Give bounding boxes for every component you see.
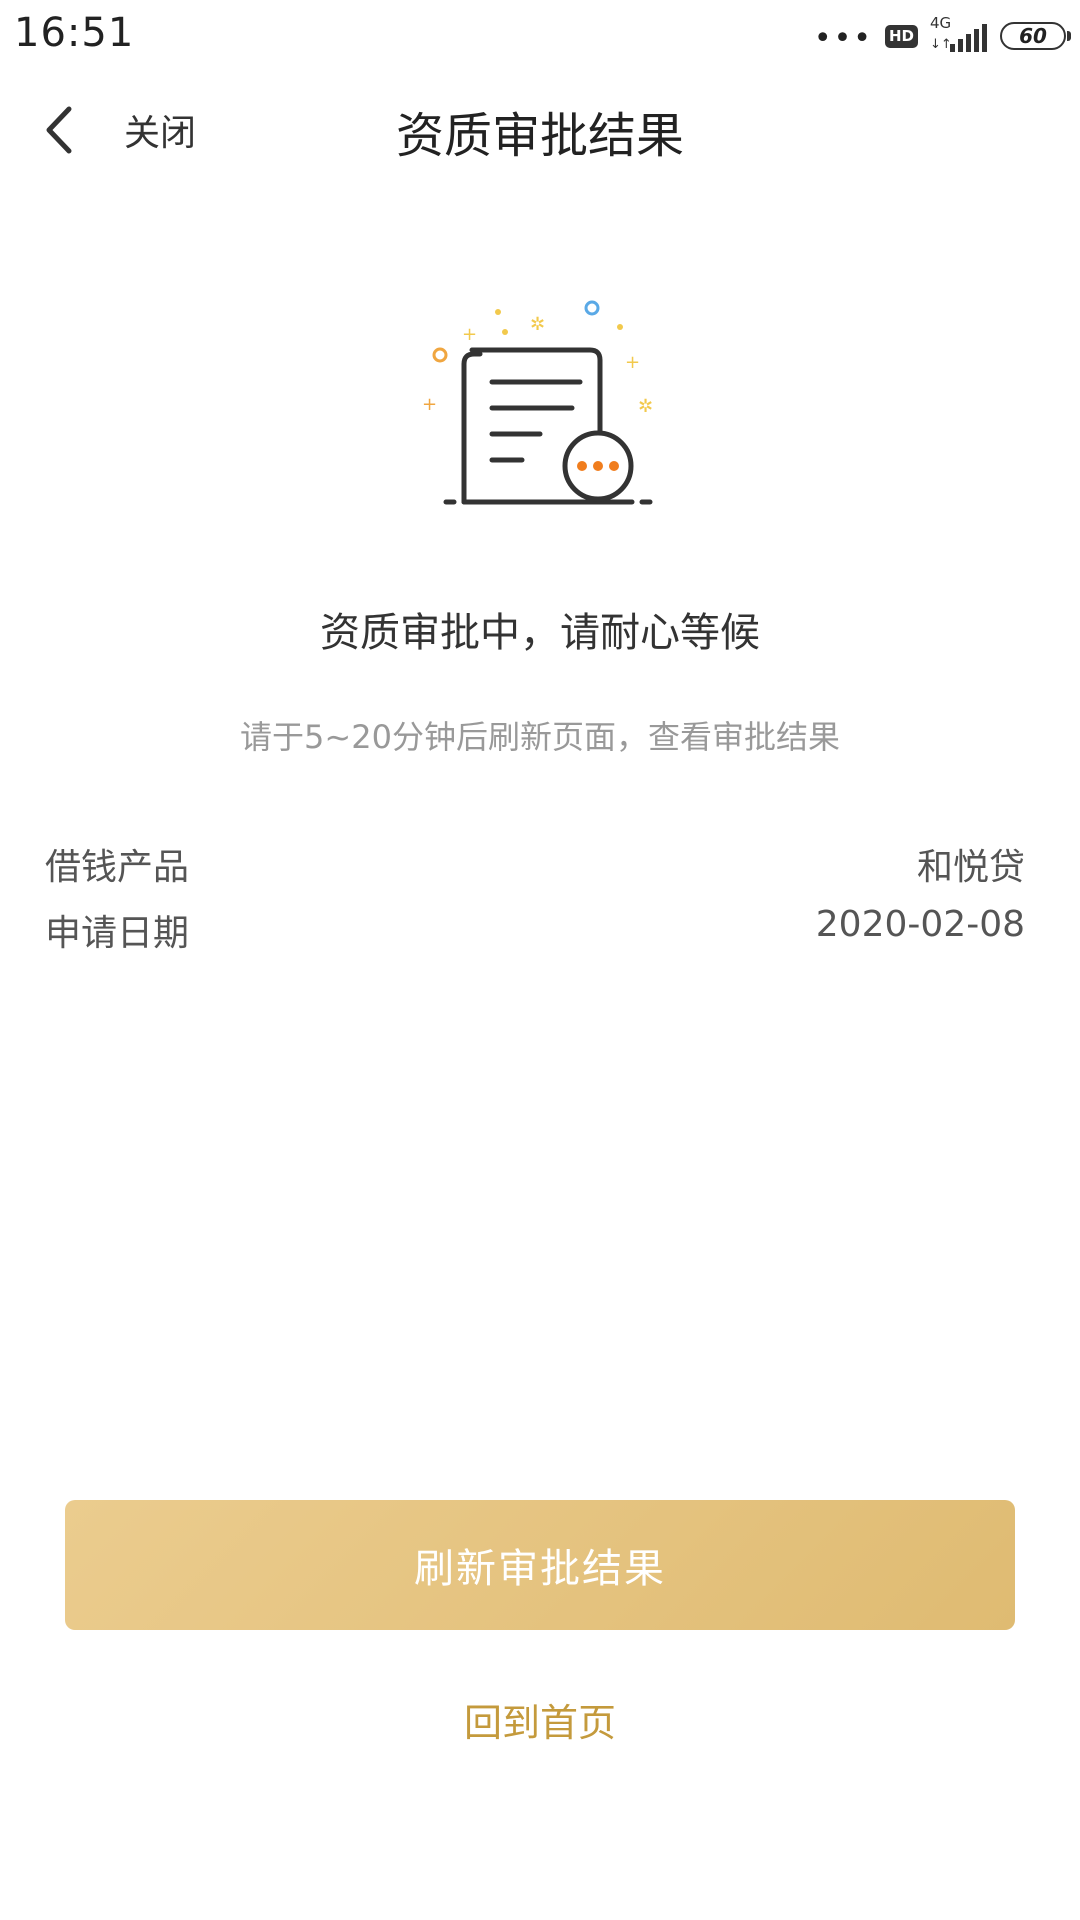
svg-text:✲: ✲ bbox=[638, 396, 653, 417]
page-title: 资质审批结果 bbox=[395, 108, 684, 164]
battery-indicator: 60 bbox=[1000, 22, 1071, 50]
svg-text:+: + bbox=[422, 394, 437, 415]
refresh-result-button[interactable]: 刷新审批结果 bbox=[65, 1500, 1015, 1630]
svg-text:✲: ✲ bbox=[530, 314, 545, 335]
status-bar: 16:51 ••• HD 4G ↓↑ 60 bbox=[0, 0, 1080, 70]
status-subtitle: 请于5~20分钟后刷新页面，查看审批结果 bbox=[240, 718, 840, 756]
status-title: 资质审批中，请耐心等候 bbox=[320, 610, 760, 656]
document-pending-icon: + ✲ + ✲ + bbox=[422, 300, 653, 505]
pending-dots-icon bbox=[562, 430, 634, 502]
info-row-date: 申请日期 2020-02-08 bbox=[45, 904, 1035, 954]
status-time: 16:51 bbox=[14, 10, 135, 56]
svg-text:+: + bbox=[625, 352, 640, 373]
status-indicators: ••• HD 4G ↓↑ 60 bbox=[813, 14, 1071, 58]
svg-text:+: + bbox=[462, 324, 477, 345]
product-value: 和悦贷 bbox=[916, 847, 1025, 888]
sparkle-decoration: + ✲ + ✲ + bbox=[422, 300, 653, 417]
signal-icon bbox=[950, 24, 987, 52]
date-value: 2020-02-08 bbox=[815, 904, 1025, 945]
back-to-home-link[interactable]: 回到首页 bbox=[0, 1692, 1080, 1747]
hd-badge: HD bbox=[884, 24, 918, 48]
date-label: 申请日期 bbox=[45, 913, 190, 954]
info-row-product: 借钱产品 和悦贷 bbox=[45, 838, 1035, 888]
nav-bar: 关闭 资质审批结果 bbox=[0, 70, 1080, 190]
network-indicator: 4G ↓↑ bbox=[930, 16, 988, 56]
product-label: 借钱产品 bbox=[45, 847, 190, 888]
more-dots-icon: ••• bbox=[813, 21, 873, 56]
